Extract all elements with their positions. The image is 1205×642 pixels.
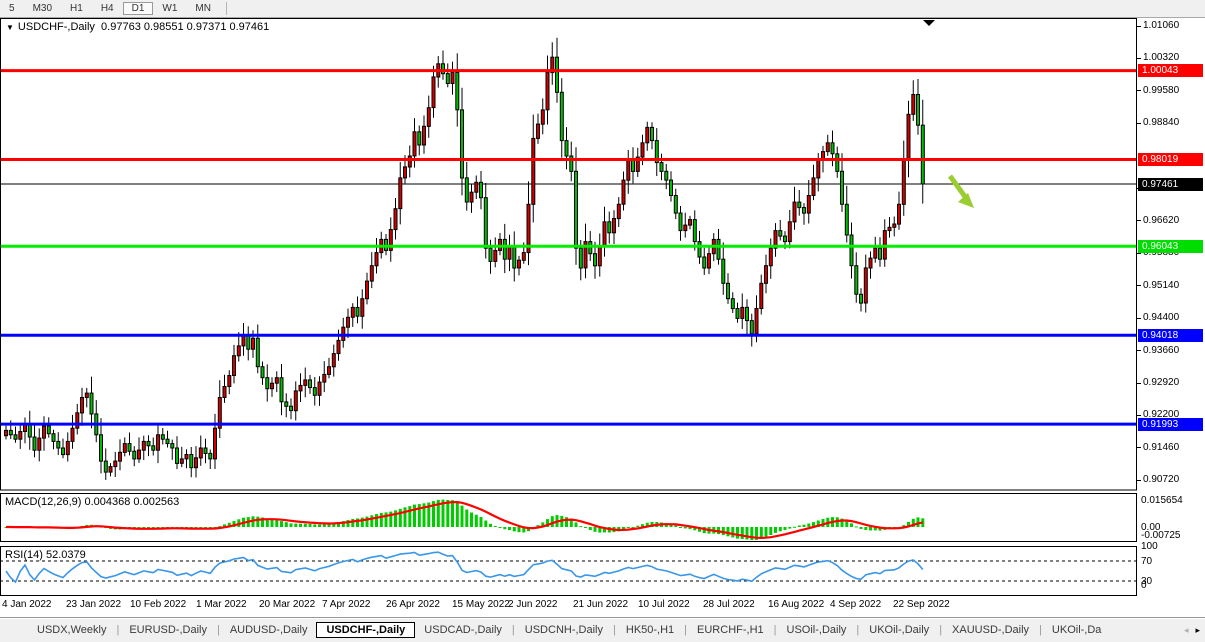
chart-dropdown-icon[interactable]: ▼	[6, 23, 14, 32]
tab-xauusd-daily[interactable]: XAUUSD-,Daily	[943, 622, 1038, 638]
price-tick-label: 0.96620	[1143, 215, 1179, 226]
timeframe-toolbar: 5M30H1H4D1W1MN	[0, 0, 1205, 18]
date-axis-label: 16 Aug 2022	[768, 599, 824, 610]
candlestick-series	[5, 38, 925, 480]
price-tick-mark	[1137, 58, 1141, 59]
price-tick-label: 0.94400	[1143, 312, 1179, 323]
rsi-scale-label: 100	[1141, 541, 1158, 552]
macd-scale-label: -0.00725	[1141, 530, 1180, 541]
tab-usdcad-daily[interactable]: USDCAD-,Daily	[415, 622, 511, 638]
macd-label: MACD(12,26,9) 0.004368 0.002563	[5, 496, 179, 508]
timeframe-button-w1[interactable]: W1	[153, 2, 186, 15]
tab-usdchf-daily[interactable]: USDCHF-,Daily	[316, 622, 415, 638]
price-tick-mark	[1137, 285, 1141, 286]
timeframe-button-h1[interactable]: H1	[61, 2, 92, 15]
date-axis-label: 2 Jun 2022	[508, 599, 558, 610]
price-level-badge: 0.94018	[1138, 329, 1203, 342]
down-arrow-annotation[interactable]	[950, 176, 974, 208]
tab-scroll-right-icon[interactable]: ▸	[1195, 625, 1200, 636]
tab-eurusd-daily[interactable]: EURUSD-,Daily	[120, 622, 216, 638]
date-axis-label: 15 May 2022	[452, 599, 510, 610]
chart-header: ▼ USDCHF-,Daily 0.97763 0.98551 0.97371 0…	[6, 21, 269, 33]
date-axis-label: 7 Apr 2022	[322, 599, 370, 610]
price-tick-label: 0.92920	[1143, 377, 1179, 388]
price-chart-canvas[interactable]	[0, 18, 1137, 491]
date-axis-label: 10 Jul 2022	[638, 599, 690, 610]
price-tick-mark	[1137, 447, 1141, 448]
trading-platform-window: 5M30H1H4D1W1MN ▼ USDCHF-,Daily 0.97763 0.…	[0, 0, 1205, 642]
timeframe-button-d1[interactable]: D1	[123, 2, 154, 15]
price-tick-label: 1.00320	[1143, 52, 1179, 63]
rsi-indicator-canvas[interactable]	[0, 546, 1137, 596]
price-level-badge: 0.98019	[1138, 153, 1203, 166]
price-level-badge: 0.96043	[1138, 240, 1203, 253]
price-tick-label: 0.98840	[1143, 117, 1179, 128]
price-tick-label: 0.95140	[1143, 280, 1179, 291]
price-tick-mark	[1137, 253, 1141, 254]
price-tick-label: 0.93660	[1143, 345, 1179, 356]
price-level-badge: 1.00043	[1138, 64, 1203, 77]
tab-scroll-left-icon[interactable]: ◂	[1184, 625, 1189, 636]
price-tick-mark	[1137, 383, 1141, 384]
tab-ukoil-da[interactable]: UKOil-,Da	[1043, 622, 1111, 638]
tab-audusd-daily[interactable]: AUDUSD-,Daily	[221, 622, 317, 638]
date-axis-label: 4 Sep 2022	[830, 599, 881, 610]
date-axis-label: 10 Feb 2022	[130, 599, 186, 610]
date-axis-label: 22 Sep 2022	[893, 599, 950, 610]
rsi-line	[6, 552, 923, 582]
price-tick-label: 0.90720	[1143, 474, 1179, 485]
timeframe-button-m30[interactable]: M30	[24, 2, 61, 15]
price-tick-label: 0.91460	[1143, 442, 1179, 453]
timeframe-button-mn[interactable]: MN	[186, 2, 220, 15]
date-axis: 4 Jan 2022 23 Jan 2022 10 Feb 2022 1 Mar 20…	[0, 596, 1205, 618]
price-tick-label: 0.99580	[1143, 85, 1179, 96]
timeframe-button-h4[interactable]: H4	[92, 2, 123, 15]
date-axis-label: 23 Jan 2022	[66, 599, 121, 610]
price-tick-label: 1.01060	[1143, 20, 1179, 31]
price-tick-mark	[1137, 90, 1141, 91]
price-tick-mark	[1137, 26, 1141, 27]
date-axis-label: 4 Jan 2022	[2, 599, 52, 610]
price-tick-mark	[1137, 480, 1141, 481]
price-tick-mark	[1137, 318, 1141, 319]
toolbar-divider	[226, 2, 227, 15]
date-axis-label: 28 Jul 2022	[703, 599, 755, 610]
rsi-scale-label: 0	[1141, 580, 1147, 591]
chart-shift-marker-icon	[923, 20, 935, 26]
tab-eurchf-h1[interactable]: EURCHF-,H1	[688, 622, 773, 638]
date-axis-label: 20 Mar 2022	[259, 599, 315, 610]
tab-ukoil-daily[interactable]: UKOil-,Daily	[860, 622, 938, 638]
rsi-label: RSI(14) 52.0379	[5, 549, 86, 561]
date-axis-label: 21 Jun 2022	[573, 599, 628, 610]
price-tick-mark	[1137, 350, 1141, 351]
tab-usdx-weekly[interactable]: USDX,Weekly	[28, 622, 115, 638]
price-level-badge: 0.91993	[1138, 418, 1203, 431]
chart-symbol-label: USDCHF-,Daily	[18, 21, 95, 33]
rsi-scale-label: 70	[1141, 556, 1152, 567]
timeframe-button-5[interactable]: 5	[0, 2, 24, 15]
tab-usoil-daily[interactable]: USOil-,Daily	[778, 622, 856, 638]
tab-usdcnh-daily[interactable]: USDCNH-,Daily	[516, 622, 612, 638]
tab-hk50-h1[interactable]: HK50-,H1	[617, 622, 683, 638]
macd-scale-label: 0.015654	[1141, 495, 1183, 506]
tab-scroll-arrows: ◂▸	[1184, 625, 1200, 636]
chart-tab-bar: USDX,Weekly|EURUSD-,Daily|AUDUSD-,DailyU…	[0, 618, 1205, 642]
price-tick-mark	[1137, 220, 1141, 221]
date-axis-label: 1 Mar 2022	[196, 599, 247, 610]
price-tick-mark	[1137, 123, 1141, 124]
chart-ohlc-values: 0.97763 0.98551 0.97371 0.97461	[101, 21, 269, 33]
price-level-badge: 0.97461	[1138, 178, 1203, 191]
date-axis-label: 26 Apr 2022	[386, 599, 440, 610]
price-tick-mark	[1137, 415, 1141, 416]
